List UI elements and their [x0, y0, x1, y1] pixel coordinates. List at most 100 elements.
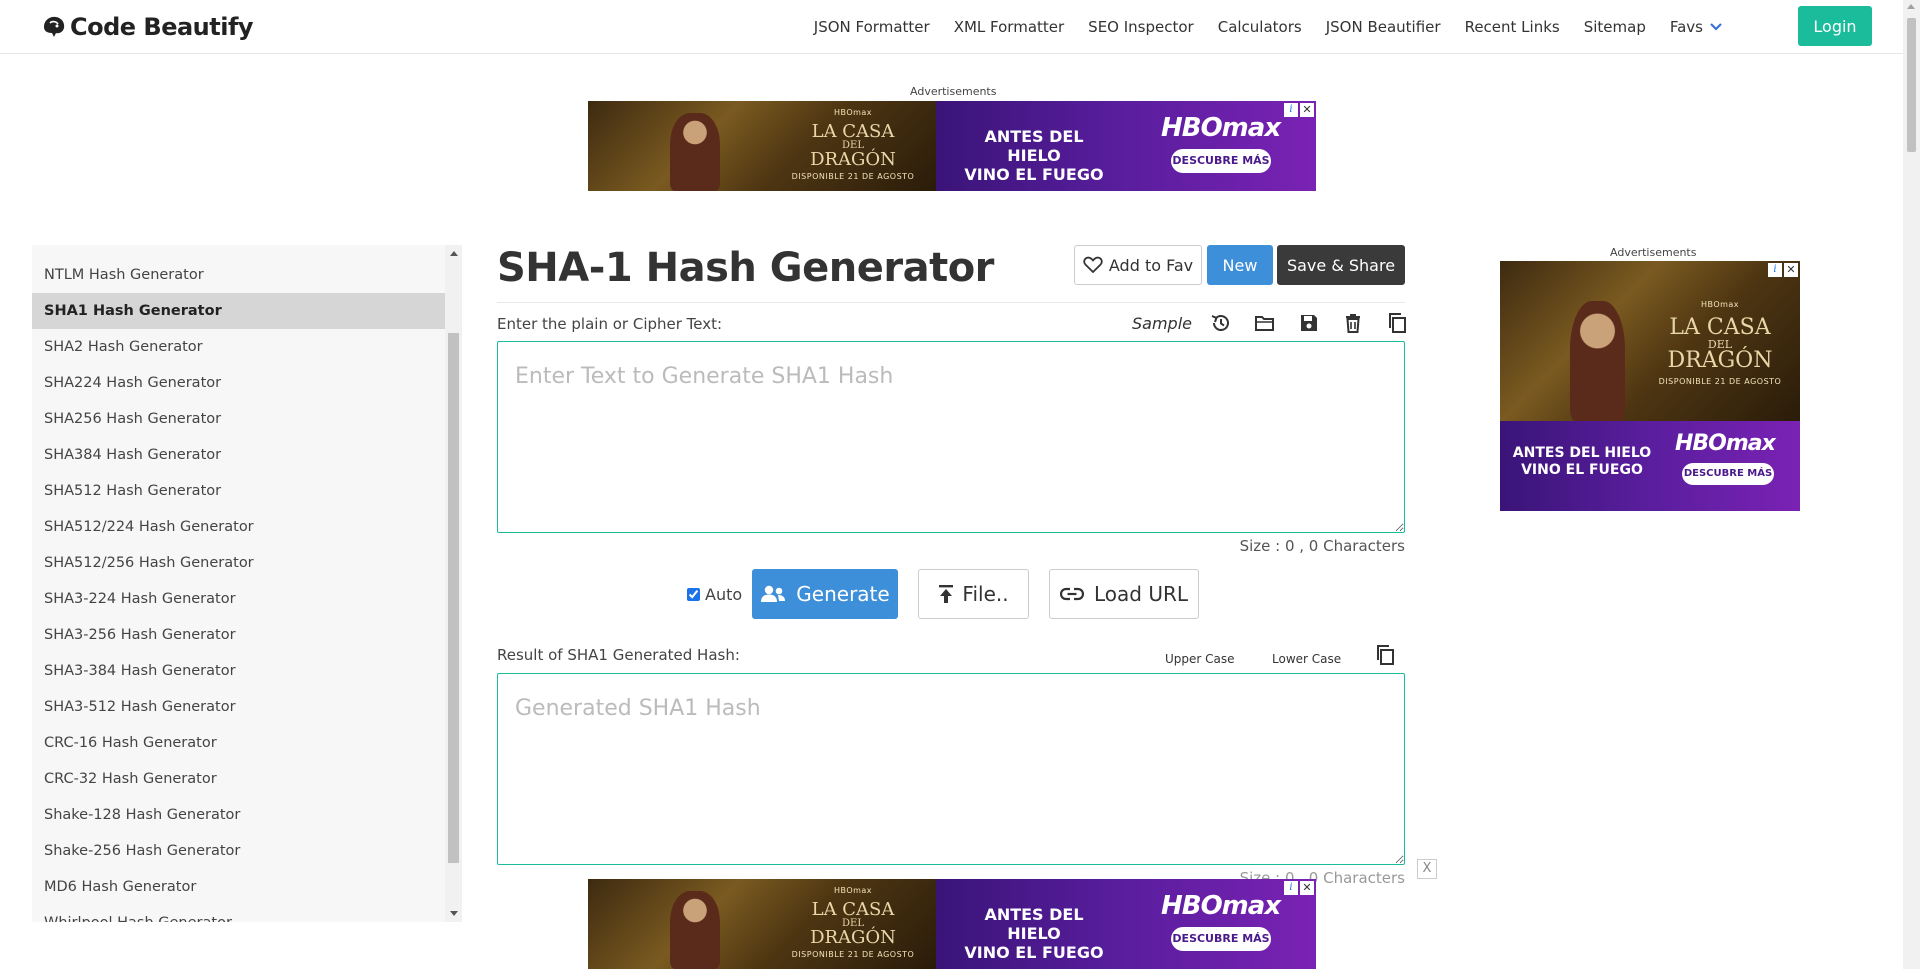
- ad-right-show-line1: LA CASA: [1669, 315, 1771, 340]
- sidebar-item-crc32[interactable]: CRC-32 Hash Generator: [32, 761, 445, 797]
- sidebar-item-sha3-224[interactable]: SHA3-224 Hash Generator: [32, 581, 445, 617]
- info-icon[interactable]: i: [1284, 103, 1298, 117]
- ad-top-tagline-2: VINO EL FUEGO: [964, 165, 1104, 185]
- ad-bottom-show-line2: DRAGÓN: [810, 927, 896, 948]
- nav-sitemap[interactable]: Sitemap: [1584, 18, 1646, 36]
- sidebar-item-shake128[interactable]: Shake-128 Hash Generator: [32, 797, 445, 833]
- sidebar-scrollbar[interactable]: [445, 245, 462, 922]
- save-share-button[interactable]: Save & Share: [1277, 245, 1405, 285]
- load-url-label: Load URL: [1093, 582, 1188, 606]
- ad-bottom-cta-button[interactable]: DESCUBRE MÁS: [1171, 927, 1271, 951]
- trash-icon[interactable]: [1340, 310, 1366, 336]
- sidebar-scroll-down-icon[interactable]: [450, 911, 458, 916]
- add-to-fav-button[interactable]: Add to Fav: [1074, 245, 1202, 285]
- scroll-up-arrow-icon[interactable]: [1907, 4, 1915, 9]
- input-label: Enter the plain or Cipher Text:: [497, 315, 723, 333]
- ad-bottom-hbo-logo: HBOmax: [1161, 891, 1281, 921]
- save-icon[interactable]: [1296, 310, 1322, 336]
- sidebar-item-md6[interactable]: MD6 Hash Generator: [32, 869, 445, 905]
- history-icon[interactable]: [1208, 310, 1234, 336]
- folder-open-icon[interactable]: [1252, 310, 1278, 336]
- sidebar-item-sha512[interactable]: SHA512 Hash Generator: [32, 473, 445, 509]
- ad-top-artwork: HBOmax LA CASA DEL DRAGÓN DISPONIBLE 21 …: [588, 101, 936, 191]
- auto-toggle[interactable]: Auto: [687, 585, 742, 604]
- sidebar-item-sha384[interactable]: SHA384 Hash Generator: [32, 437, 445, 473]
- page-title: SHA-1 Hash Generator: [497, 245, 994, 291]
- ad-right-promo: ANTES DEL HIELO VINO EL FUEGO HBOmax DES…: [1500, 421, 1800, 511]
- text-input-area[interactable]: [497, 341, 1405, 533]
- nav-json-formatter[interactable]: JSON Formatter: [814, 18, 930, 36]
- info-icon[interactable]: i: [1768, 263, 1782, 277]
- ad-right-show-line2: DRAGÓN: [1667, 348, 1773, 373]
- page-scrollbar[interactable]: [1903, 0, 1920, 969]
- input-toolbar: Sample: [1132, 310, 1410, 336]
- sidebar-item-crc16[interactable]: CRC-16 Hash Generator: [32, 725, 445, 761]
- close-icon[interactable]: ✕: [1784, 263, 1798, 277]
- site-header: Code Beautify JSON Formatter XML Formatt…: [0, 0, 1903, 54]
- ad-label-right: Advertisements: [1610, 246, 1697, 259]
- result-output-area[interactable]: [497, 673, 1405, 865]
- sidebar-item-sha512-256[interactable]: SHA512/256 Hash Generator: [32, 545, 445, 581]
- load-url-button[interactable]: Load URL: [1049, 569, 1199, 619]
- ad-right-cta-button[interactable]: DESCUBRE MÁS: [1682, 463, 1774, 485]
- close-icon[interactable]: ✕: [1300, 103, 1314, 117]
- sidebar-item-sha3-256[interactable]: SHA3-256 Hash Generator: [32, 617, 445, 653]
- info-icon[interactable]: i: [1284, 881, 1298, 895]
- sidebar-item-sha2[interactable]: SHA2 Hash Generator: [32, 329, 445, 365]
- ad-right-tagline: ANTES DEL HIELO VINO EL FUEGO: [1512, 445, 1652, 479]
- nav-recent-links[interactable]: Recent Links: [1465, 18, 1560, 36]
- site-logo[interactable]: Code Beautify: [40, 10, 254, 44]
- close-icon[interactable]: ✕: [1300, 881, 1314, 895]
- nav-favs-dropdown[interactable]: Favs: [1670, 18, 1723, 36]
- ad-banner-bottom[interactable]: HBOmax LA CASA DEL DRAGÓN DISPONIBLE 21 …: [588, 879, 1316, 969]
- sidebar-item-sha256[interactable]: SHA256 Hash Generator: [32, 401, 445, 437]
- sidebar-item-md5[interactable]: MD5 Hash Generator: [32, 245, 445, 257]
- ad-bottom-figure-image: [670, 891, 720, 969]
- nav-xml-formatter[interactable]: XML Formatter: [954, 18, 1064, 36]
- lower-case-link[interactable]: Lower Case: [1272, 652, 1341, 666]
- auto-label: Auto: [705, 585, 743, 604]
- nav-json-beautifier[interactable]: JSON Beautifier: [1326, 18, 1441, 36]
- copy-icon[interactable]: [1384, 310, 1410, 336]
- ad-right-artwork: HBOmax LA CASA DEL DRAGÓN DISPONIBLE 21 …: [1500, 261, 1800, 421]
- ad-right-hbo-logo: HBOmax: [1675, 431, 1776, 456]
- users-icon: [761, 585, 786, 602]
- nav-seo-inspector[interactable]: SEO Inspector: [1088, 18, 1194, 36]
- sidebar-item-sha1[interactable]: SHA1 Hash Generator: [32, 293, 445, 329]
- page-scrollbar-thumb[interactable]: [1907, 18, 1916, 152]
- sidebar-item-shake256[interactable]: Shake-256 Hash Generator: [32, 833, 445, 869]
- ad-right-tagline-2: VINO EL FUEGO: [1521, 461, 1643, 478]
- ad-right-show-title: HBOmax LA CASA DEL DRAGÓN DISPONIBLE 21 …: [1650, 301, 1790, 386]
- sidebar-scroll-up-icon[interactable]: [450, 251, 458, 256]
- sidebar-item-whirlpool[interactable]: Whirlpool Hash Generator: [32, 905, 445, 922]
- ad-bottom-artwork: HBOmax LA CASA DEL DRAGÓN DISPONIBLE 21 …: [588, 879, 936, 969]
- file-upload-button[interactable]: File..: [918, 569, 1029, 619]
- ad-banner-right[interactable]: HBOmax LA CASA DEL DRAGÓN DISPONIBLE 21 …: [1500, 261, 1800, 511]
- ad-top-cta-button[interactable]: DESCUBRE MÁS: [1171, 149, 1271, 173]
- new-button[interactable]: New: [1207, 245, 1273, 285]
- ad-right-brand-small: HBOmax: [1700, 300, 1740, 309]
- generate-label: Generate: [796, 582, 890, 606]
- sidebar-item-ntlm[interactable]: NTLM Hash Generator: [32, 257, 445, 293]
- file-upload-label: File..: [962, 582, 1009, 606]
- copy-result-icon[interactable]: [1372, 642, 1398, 668]
- sidebar-item-sha3-512[interactable]: SHA3-512 Hash Generator: [32, 689, 445, 725]
- nav-calculators[interactable]: Calculators: [1218, 18, 1302, 36]
- sidebar-item-sha3-384[interactable]: SHA3-384 Hash Generator: [32, 653, 445, 689]
- sidebar-item-sha512-224[interactable]: SHA512/224 Hash Generator: [32, 509, 445, 545]
- login-button[interactable]: Login: [1798, 6, 1872, 46]
- generate-button[interactable]: Generate: [752, 569, 898, 619]
- upper-case-link[interactable]: Upper Case: [1165, 652, 1235, 666]
- sample-link[interactable]: Sample: [1132, 314, 1192, 333]
- ad-bottom-release: DISPONIBLE 21 DE AGOSTO: [791, 950, 915, 959]
- auto-checkbox[interactable]: [687, 588, 700, 601]
- ad-top-hbo-logo: HBOmax: [1161, 113, 1281, 143]
- sidebar-item-sha224[interactable]: SHA224 Hash Generator: [32, 365, 445, 401]
- hash-tools-sidebar[interactable]: MD5 Hash Generator NTLM Hash Generator S…: [32, 245, 462, 922]
- logo-icon: [44, 16, 65, 37]
- sticky-ad-close-button[interactable]: X: [1417, 859, 1437, 879]
- ad-banner-top[interactable]: HBOmax LA CASA DEL DRAGÓN DISPONIBLE 21 …: [588, 101, 1316, 191]
- input-size-info: Size : 0 , 0 Characters: [1239, 537, 1405, 555]
- sidebar-scrollbar-thumb[interactable]: [448, 333, 459, 863]
- add-to-fav-label: Add to Fav: [1108, 255, 1194, 275]
